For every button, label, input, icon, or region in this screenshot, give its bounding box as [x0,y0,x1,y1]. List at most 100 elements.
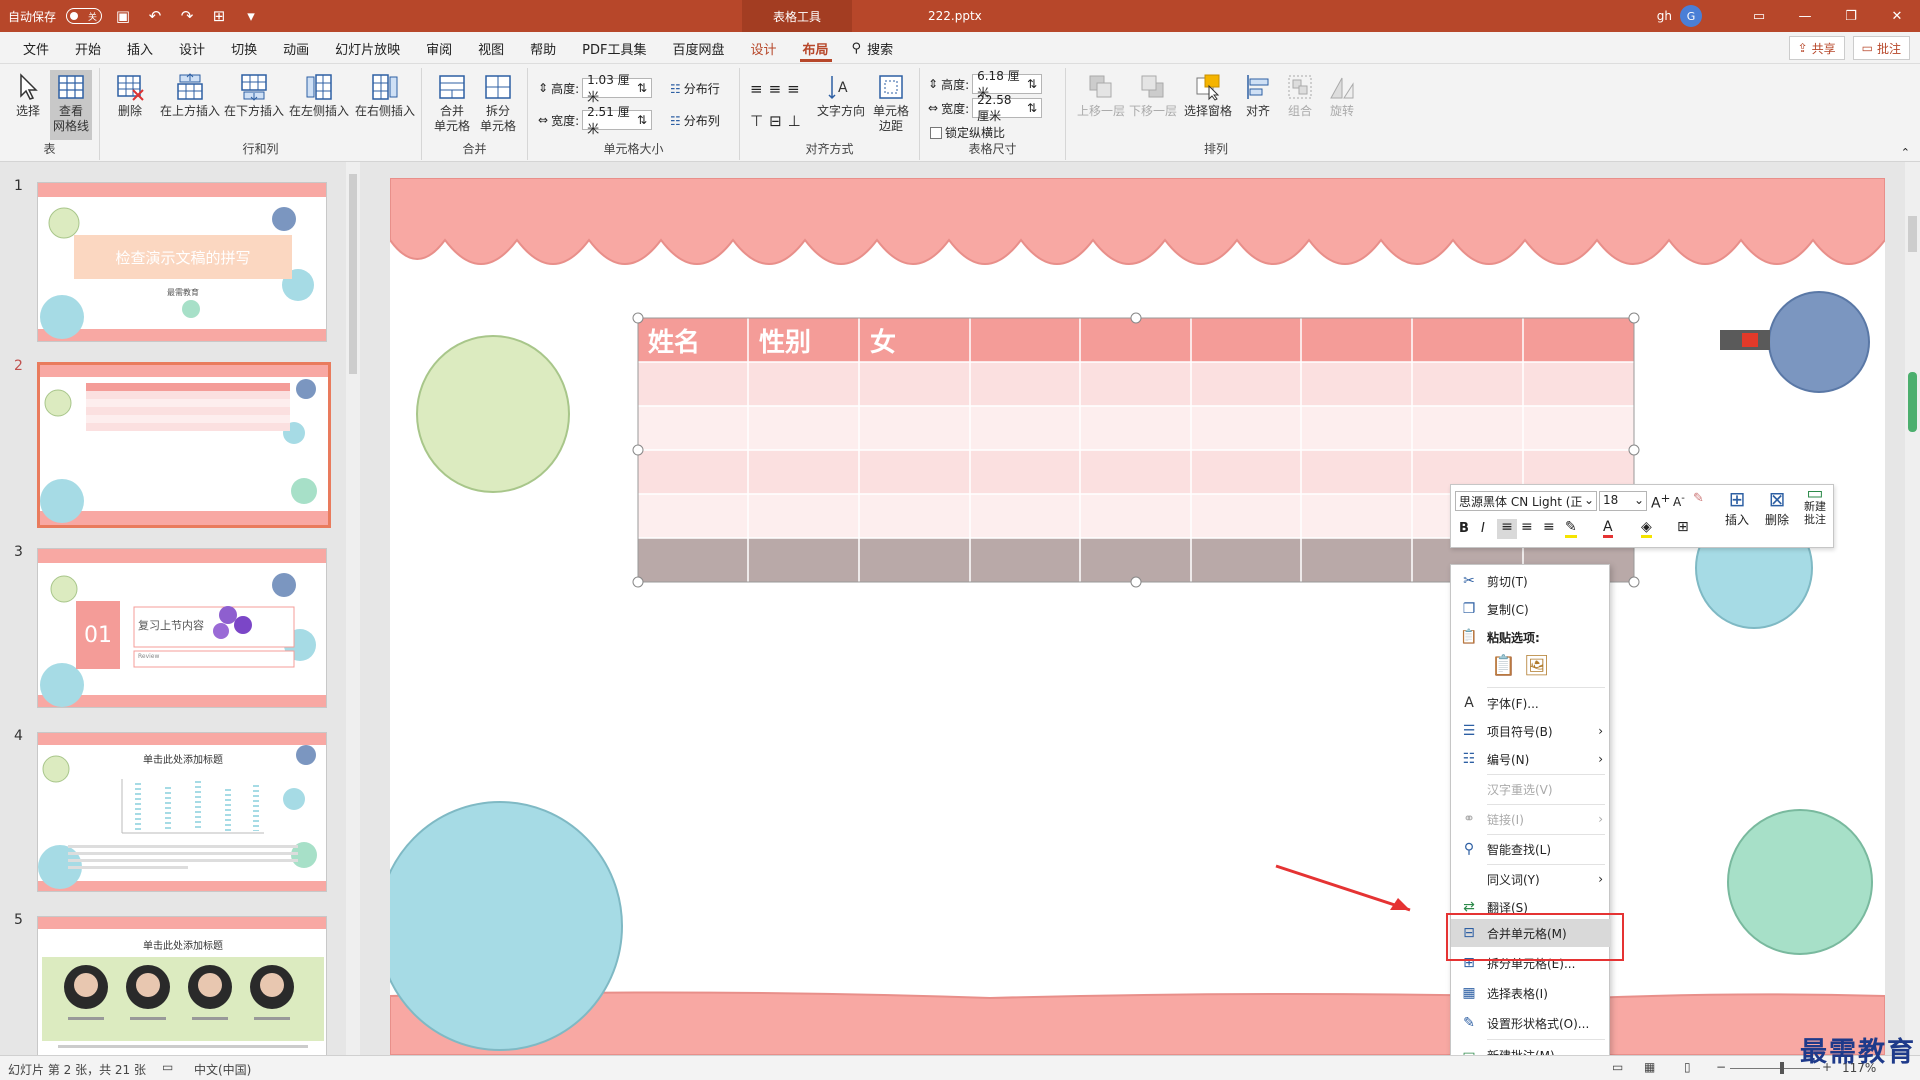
mini-delete-button[interactable]: ⊠ 删除 [1759,487,1795,528]
mini-insert-button[interactable]: ⊞ 插入 [1719,487,1755,528]
customize-qa-icon[interactable]: ▾ [240,7,262,25]
align-middle-icon[interactable]: ⊟ [769,112,782,130]
language-status[interactable]: 中文(中国) [194,1061,251,1078]
avatar[interactable]: G [1680,5,1702,27]
slide-thumbnail-2[interactable] [37,362,331,528]
tab-home[interactable]: 开始 [62,32,114,64]
floating-widget[interactable] [1908,372,1917,432]
table-height-field[interactable]: ⇕ 高度: 6.18 厘米 ⇅ [928,69,1043,100]
align-bottom-icon[interactable]: ⊥ [788,112,801,130]
menu-item-copy[interactable]: ❐ 复制(C) [1451,595,1611,623]
selection-pane-button[interactable]: 选择窗格 [1180,70,1236,119]
menu-item-cut[interactable]: ✂ 剪切(T) [1451,567,1611,595]
align-objects-button[interactable]: 对齐 [1238,70,1278,119]
tab-table-design[interactable]: 设计 [738,32,790,64]
cell-margins-button[interactable]: 单元格 边距 [868,70,914,134]
align-right-icon[interactable]: ≡ [1543,519,1555,535]
tab-pdf-tools[interactable]: PDF工具集 [569,32,659,64]
undo-icon[interactable]: ↶ [144,7,166,25]
scrollbar-thumb[interactable] [349,174,357,374]
tab-transitions[interactable]: 切换 [218,32,270,64]
align-left-icon[interactable]: ≡ [1497,519,1517,539]
font-color-icon[interactable]: A [1603,519,1613,538]
tab-slideshow[interactable]: 幻灯片放映 [322,32,413,64]
scrollbar-thumb[interactable] [1908,216,1917,252]
insert-right-button[interactable]: 在右侧插入 [354,70,416,119]
ribbon-split-cells-button[interactable]: 拆分 单元格 [478,70,518,134]
italic-icon[interactable]: I [1481,521,1485,536]
tab-help[interactable]: 帮助 [517,32,569,64]
font-size-select[interactable]: 18 ⌄ [1599,491,1647,511]
restore-icon[interactable]: ❐ [1828,0,1874,32]
zoom-out-icon[interactable]: − [1716,1060,1726,1074]
slide-thumbnail-4[interactable]: 单击此处添加标题 [37,732,327,892]
slide-thumbnail-5[interactable]: 单击此处添加标题 [37,916,327,1056]
increase-font-icon[interactable]: A+ [1651,491,1670,512]
ribbon-merge-cells-button[interactable]: 合并 单元格 [432,70,472,134]
align-top-icon[interactable]: ⊤ [750,112,763,130]
insert-below-button[interactable]: 在下方插入 [224,70,284,119]
autosave-toggle[interactable]: 关 [66,8,103,24]
menu-item-reconvert[interactable]: 汉字重选(V) [1451,775,1611,803]
share-button[interactable]: ⇪ 共享 [1788,36,1845,60]
align-center-icon[interactable]: ≡ [1521,519,1533,535]
decrease-font-icon[interactable]: A- [1673,493,1685,509]
align-left-icon[interactable]: ≡ [750,80,763,98]
canvas-scrollbar[interactable] [1905,162,1920,1055]
redo-icon[interactable]: ↷ [176,7,198,25]
align-center-icon[interactable]: ≡ [769,80,782,98]
spinner-icon[interactable]: ⇅ [1027,101,1037,115]
cell-width-field[interactable]: ⇔ 宽度: 2.51 厘米 ⇅ [538,105,653,136]
font-name-select[interactable]: 思源黑体 CN Light (正 ⌄ [1455,491,1597,511]
sorter-view-icon[interactable]: ▦ [1644,1060,1655,1074]
select-button[interactable]: 选择 [8,70,48,119]
delete-button[interactable]: 删除 [110,70,150,119]
tab-file[interactable]: 文件 [10,32,62,64]
tab-view[interactable]: 视图 [465,32,517,64]
spinner-icon[interactable]: ⇅ [1027,77,1037,91]
tab-animations[interactable]: 动画 [270,32,322,64]
spinner-icon[interactable]: ⇅ [637,81,647,95]
table-width-field[interactable]: ⇔ 宽度: 22.58 厘米 ⇅ [928,93,1043,123]
mini-new-comment-button[interactable]: ▭ 新建 批注 [1797,485,1833,527]
reading-view-icon[interactable]: ▯ [1684,1060,1691,1074]
slide-thumbnail-1[interactable]: 检查演示文稿的拼写 最需教育 [37,182,327,342]
bring-forward-button[interactable]: 上移一层 [1076,70,1126,119]
send-backward-button[interactable]: 下移一层 [1128,70,1178,119]
zoom-slider-thumb[interactable] [1780,1062,1784,1074]
spellcheck-icon[interactable]: ▭ [162,1060,173,1074]
tab-baidu-disk[interactable]: 百度网盘 [659,32,737,64]
tab-table-layout[interactable]: 布局 [790,32,842,64]
insert-above-button[interactable]: 在上方插入 [160,70,220,119]
present-icon[interactable]: ⊞ [208,7,230,25]
format-painter-icon[interactable]: ✎ [1693,491,1704,506]
menu-item-numbering[interactable]: ☷ 编号(N) › [1451,745,1611,773]
cell-height-field[interactable]: ⇕ 高度: 1.03 厘米 ⇅ [538,73,653,104]
paste-keep-format-icon[interactable]: 📋 [1491,653,1516,677]
spinner-icon[interactable]: ⇅ [637,113,647,127]
distribute-rows-button[interactable]: ☷ 分布行 [670,80,720,97]
menu-item-smart-lookup[interactable]: ⚲ 智能查找(L) [1451,835,1611,863]
highlight-icon[interactable]: ✎ [1565,519,1577,538]
fill-color-icon[interactable]: ◈ [1641,519,1652,538]
ribbon-display-icon[interactable]: ▭ [1736,0,1782,32]
collapse-ribbon-icon[interactable]: ⌃ [1901,146,1910,159]
paste-picture-icon[interactable]: 🖼 [1524,653,1549,677]
lock-aspect-checkbox[interactable]: 锁定纵横比 [930,124,1005,141]
normal-view-icon[interactable]: ▭ [1612,1060,1623,1074]
table-cell-name[interactable]: 姓名 [648,322,700,359]
insert-left-button[interactable]: 在左侧插入 [288,70,350,119]
distribute-cols-button[interactable]: ☷ 分布列 [670,112,720,129]
bold-icon[interactable]: B [1459,521,1469,536]
menu-item-select-table[interactable]: ▦ 选择表格(I) [1451,979,1611,1007]
menu-item-format-shape[interactable]: ✎ 设置形状格式(O)... [1451,1009,1611,1037]
tab-review[interactable]: 审阅 [413,32,465,64]
close-icon[interactable]: ✕ [1874,0,1920,32]
view-gridlines-button[interactable]: 查看 网格线 [50,70,92,140]
text-direction-button[interactable]: A 文字方向 [816,70,866,119]
group-objects-button[interactable]: 组合 [1280,70,1320,119]
rotate-button[interactable]: 旋转 [1322,70,1362,119]
tab-insert[interactable]: 插入 [114,32,166,64]
comments-button[interactable]: ▭ 批注 [1852,36,1910,60]
borders-icon[interactable]: ⊞ [1677,519,1689,535]
